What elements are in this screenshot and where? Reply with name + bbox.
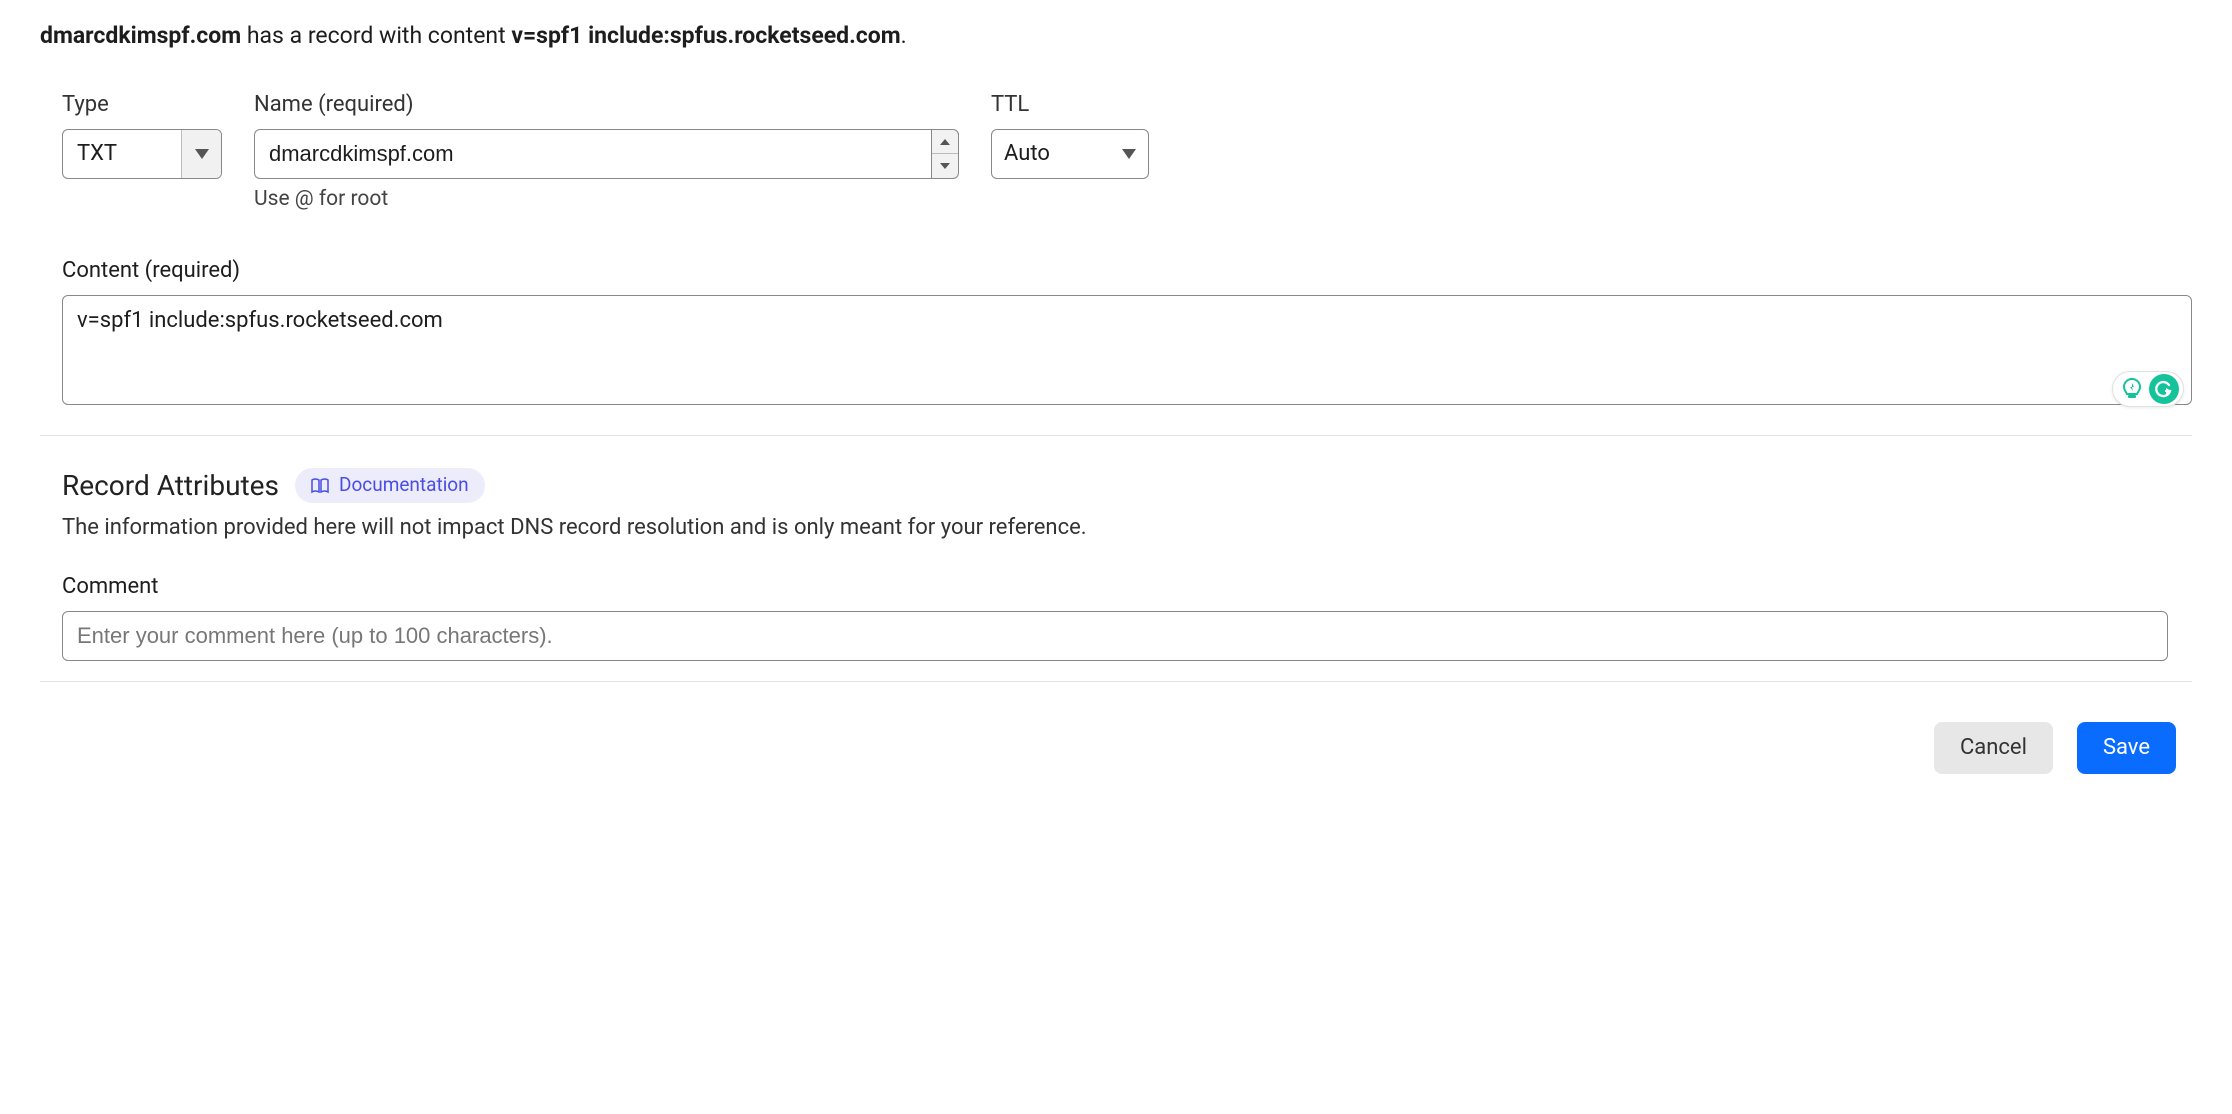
type-select[interactable]: TXT bbox=[62, 129, 222, 179]
top-form-row: Type TXT Name (required) bbox=[40, 90, 2192, 214]
cancel-button[interactable]: Cancel bbox=[1934, 722, 2053, 774]
divider-bottom bbox=[40, 681, 2192, 682]
chevron-down-icon bbox=[1122, 149, 1136, 159]
book-icon bbox=[311, 478, 329, 494]
header-domain: dmarcdkimspf.com bbox=[40, 22, 241, 49]
header-record-content: v=spf1 include:spfus.rocketseed.com bbox=[511, 22, 900, 49]
content-label: Content (required) bbox=[62, 256, 2192, 287]
ttl-select[interactable]: Auto bbox=[991, 129, 1149, 179]
name-spinner bbox=[931, 129, 959, 179]
attributes-description: The information provided here will not i… bbox=[62, 513, 2192, 544]
ttl-field-group: TTL Auto bbox=[991, 90, 1149, 214]
record-header: dmarcdkimspf.com has a record with conte… bbox=[40, 20, 2192, 52]
header-suffix: . bbox=[901, 22, 907, 49]
save-button[interactable]: Save bbox=[2077, 722, 2176, 774]
content-area-wrap bbox=[62, 295, 2192, 415]
documentation-link[interactable]: Documentation bbox=[295, 468, 485, 503]
header-middle: has a record with content bbox=[241, 22, 511, 49]
spinner-up-button[interactable] bbox=[932, 130, 958, 155]
grammarly-icon bbox=[2149, 374, 2179, 404]
comment-field-group: Comment bbox=[40, 572, 2192, 661]
name-label: Name (required) bbox=[254, 90, 959, 121]
chevron-down-icon bbox=[195, 149, 209, 159]
attributes-title: Record Attributes bbox=[62, 466, 279, 505]
documentation-label: Documentation bbox=[339, 472, 469, 499]
type-field-group: Type TXT bbox=[62, 90, 222, 214]
name-field-group: Name (required) Use @ for root bbox=[254, 90, 959, 214]
name-input[interactable] bbox=[254, 129, 931, 179]
spinner-down-button[interactable] bbox=[932, 154, 958, 178]
content-textarea[interactable] bbox=[62, 295, 2192, 405]
comment-label: Comment bbox=[62, 572, 2168, 603]
record-attributes-section: Record Attributes Documentation The info… bbox=[40, 466, 2192, 544]
ttl-label: TTL bbox=[991, 90, 1149, 121]
type-label: Type bbox=[62, 90, 222, 121]
attributes-header: Record Attributes Documentation bbox=[62, 466, 2192, 505]
name-input-wrap bbox=[254, 129, 959, 179]
type-select-value: TXT bbox=[63, 130, 181, 178]
content-field-group: Content (required) bbox=[40, 256, 2192, 415]
name-helper: Use @ for root bbox=[254, 185, 959, 214]
type-select-arrow[interactable] bbox=[181, 130, 221, 178]
footer-buttons: Cancel Save bbox=[40, 722, 2192, 774]
chevron-down-icon bbox=[940, 163, 950, 169]
chevron-up-icon bbox=[940, 139, 950, 145]
ttl-select-value: Auto bbox=[1004, 139, 1050, 170]
grammarly-widget[interactable] bbox=[2112, 371, 2184, 407]
divider bbox=[40, 435, 2192, 436]
lightbulb-icon bbox=[2121, 378, 2143, 400]
comment-input[interactable] bbox=[62, 611, 2168, 661]
